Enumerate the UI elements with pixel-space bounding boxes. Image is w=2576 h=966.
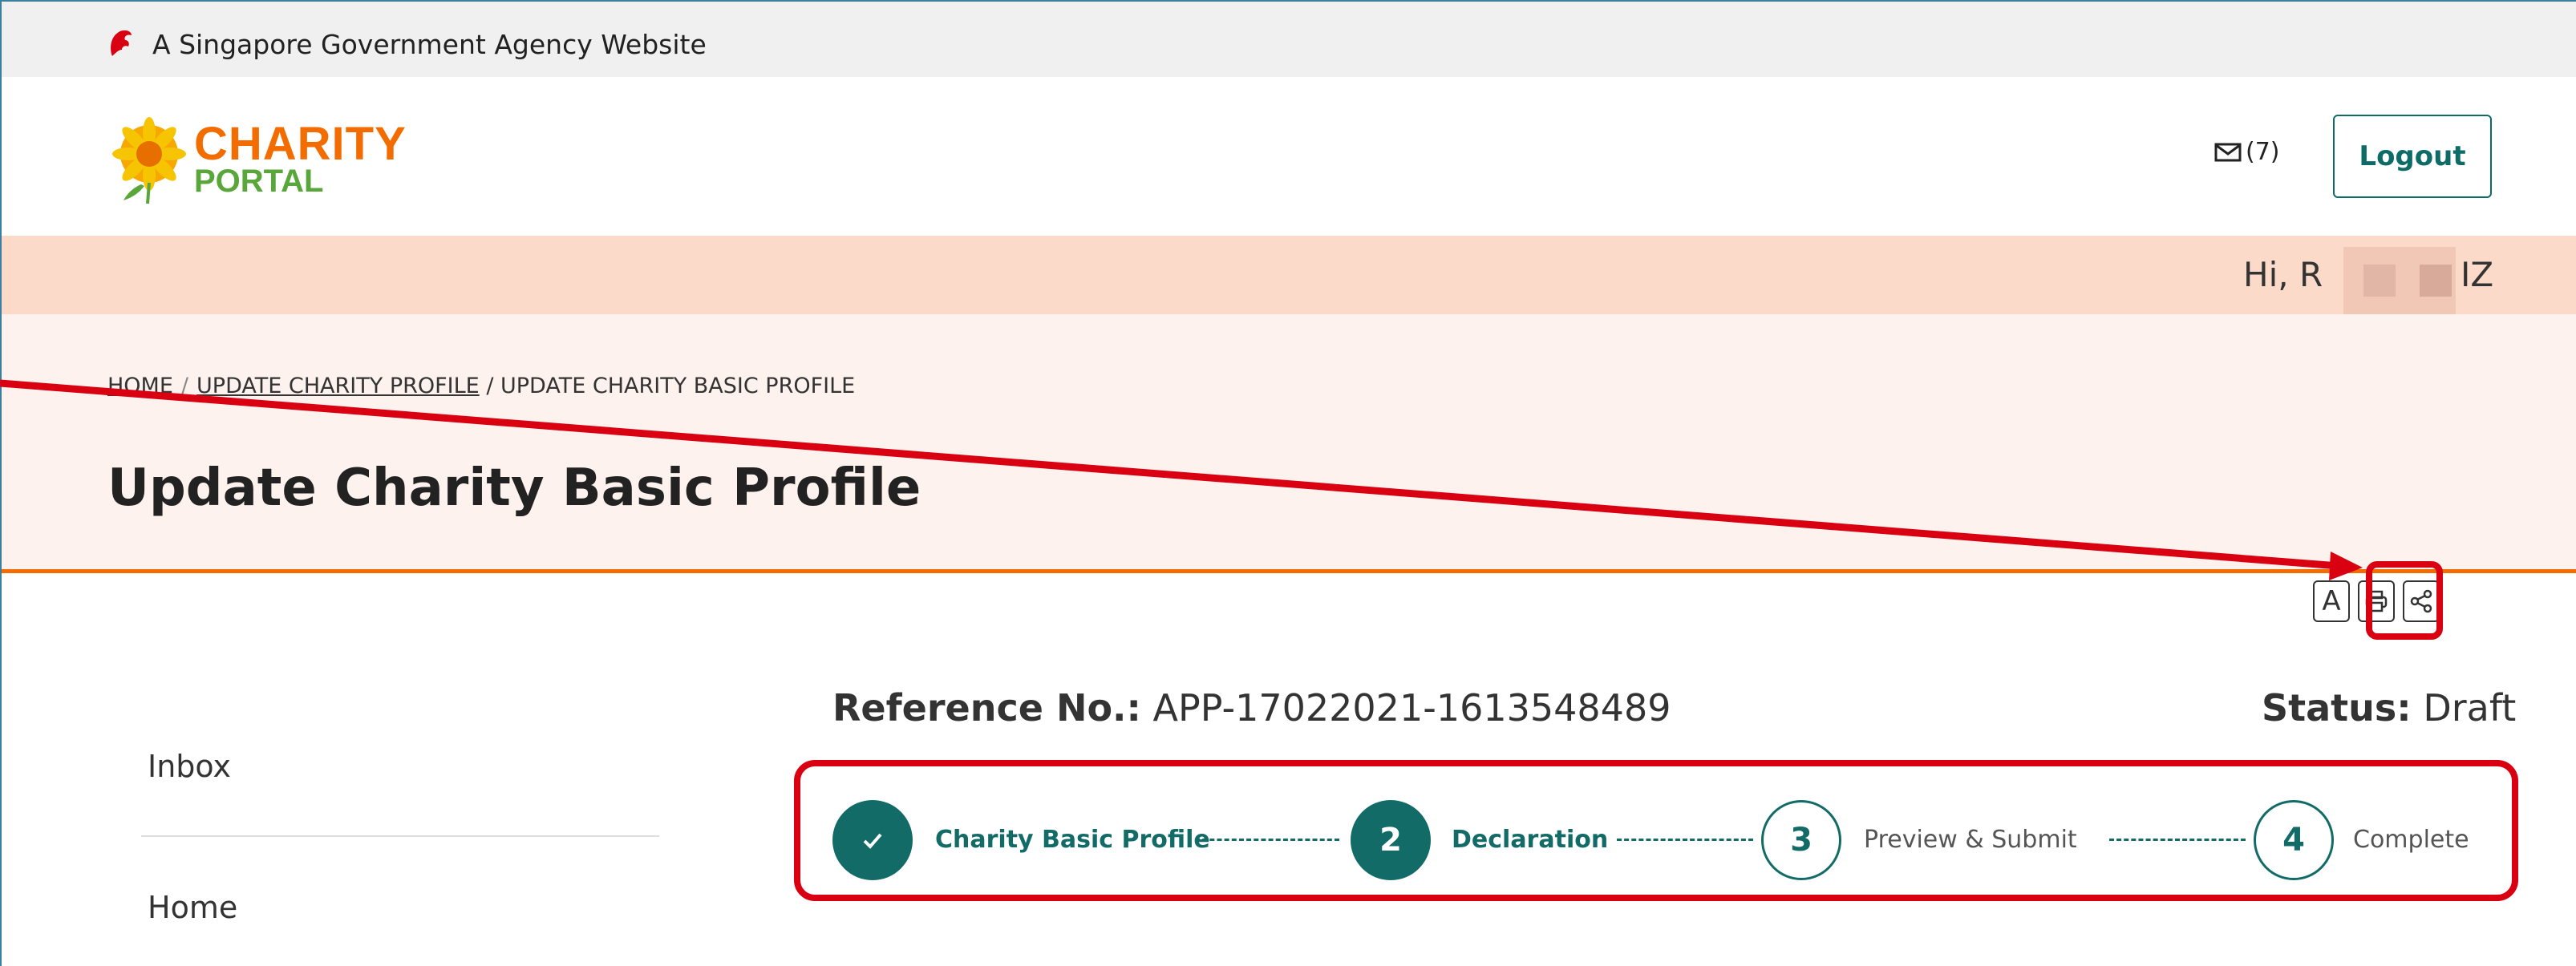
step-2-label: Declaration bbox=[1452, 826, 1609, 854]
greeting-suffix: IZ bbox=[2461, 255, 2494, 294]
charity-portal-logo[interactable]: CHARITY PORTAL bbox=[109, 117, 462, 205]
step-connector bbox=[2109, 839, 2246, 841]
step-1-circle bbox=[832, 800, 913, 880]
greeting-prefix: Hi, R bbox=[2243, 255, 2323, 294]
status-label: Status: bbox=[2262, 686, 2412, 730]
sunflower-icon bbox=[112, 117, 186, 204]
breadcrumb: HOME / UPDATE CHARITY PROFILE / UPDATE CHA… bbox=[107, 374, 855, 398]
checkmark-icon bbox=[863, 833, 882, 849]
step-2-circle: 2 bbox=[1351, 800, 1431, 880]
gov-masthead: A Singapore Government Agency Website bbox=[2, 2, 2576, 77]
step-4-label: Complete bbox=[2353, 826, 2469, 854]
breadcrumb-home[interactable]: HOME bbox=[107, 374, 173, 398]
step-3-circle: 3 bbox=[1761, 800, 1841, 880]
sidebar-divider bbox=[141, 835, 659, 837]
breadcrumb-current: / UPDATE CHARITY BASIC PROFILE bbox=[486, 374, 856, 398]
reference-label: Reference No.: bbox=[832, 686, 1141, 730]
step-1-label: Charity Basic Profile bbox=[935, 826, 1210, 854]
reference-value: APP-17022021-1613548489 bbox=[1152, 686, 1671, 730]
step-4-circle: 4 bbox=[2254, 800, 2334, 880]
breadcrumb-update-charity-profile[interactable]: UPDATE CHARITY PROFILE bbox=[196, 374, 480, 398]
greeting-bar: Hi, R IZ bbox=[2, 236, 2576, 321]
sidebar-item-inbox[interactable]: Inbox bbox=[148, 749, 231, 784]
font-size-button[interactable]: A bbox=[2313, 580, 2350, 622]
logout-button[interactable]: Logout bbox=[2333, 115, 2492, 198]
breadcrumb-separator: / bbox=[180, 374, 189, 398]
sidebar-item-home[interactable]: Home bbox=[148, 890, 237, 925]
mail-count: (7) bbox=[2246, 138, 2280, 166]
redaction-block bbox=[2420, 265, 2452, 297]
logo-portal-text: PORTAL bbox=[194, 164, 324, 199]
step-3-label: Preview & Submit bbox=[1864, 826, 2077, 854]
page-title-banner: HOME / UPDATE CHARITY PROFILE / UPDATE CHA… bbox=[2, 314, 2576, 573]
envelope-icon bbox=[2214, 143, 2242, 161]
logo-charity-text: CHARITY bbox=[194, 118, 407, 170]
print-highlight-box bbox=[2366, 561, 2443, 640]
application-status: Status: Draft bbox=[2262, 686, 2516, 730]
page-title: Update Charity Basic Profile bbox=[107, 459, 921, 518]
step-connector bbox=[1195, 839, 1339, 841]
lion-head-icon bbox=[111, 30, 132, 56]
inbox-link[interactable]: (7) bbox=[2213, 138, 2280, 166]
reference-number: Reference No.: APP-17022021-1613548489 bbox=[832, 686, 1671, 730]
step-connector bbox=[1617, 839, 1753, 841]
status-value: Draft bbox=[2423, 686, 2517, 730]
masthead-text: A Singapore Government Agency Website bbox=[152, 29, 707, 60]
site-header: CHARITY PORTAL (7) Logout bbox=[2, 77, 2576, 236]
redaction-block bbox=[2363, 265, 2396, 297]
